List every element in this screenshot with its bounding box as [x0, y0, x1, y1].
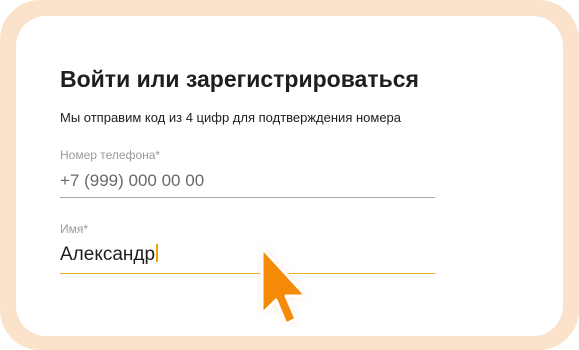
form-title: Войти или зарегистрироваться — [60, 66, 419, 92]
phone-field[interactable]: +7 (999) 000 00 00 — [60, 171, 435, 198]
name-field-label: Имя* — [60, 222, 89, 236]
form-subtitle: Мы отправим код из 4 цифр для подтвержде… — [60, 110, 402, 125]
phone-field-value: +7 (999) 000 00 00 — [60, 171, 205, 190]
name-field-value: Александр — [60, 244, 156, 265]
phone-field-label: Номер телефона* — [60, 148, 161, 162]
pointer-cursor-icon — [260, 246, 308, 326]
text-caret — [156, 244, 159, 262]
